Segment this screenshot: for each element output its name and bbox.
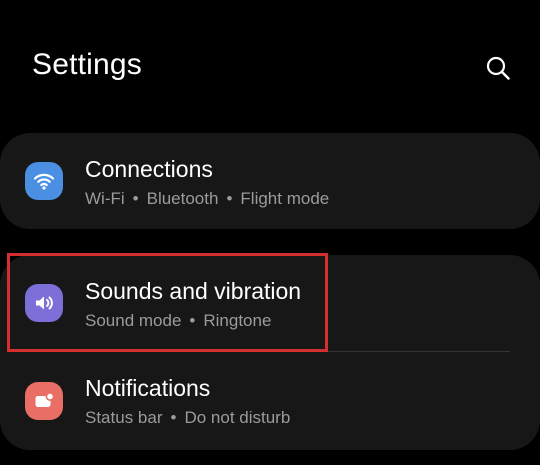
- notifications-title: Notifications: [85, 375, 211, 401]
- connections-card: Connections Wi-Fi • Bluetooth • Flight mode: [0, 133, 540, 229]
- notifications-subtitle: Status bar • Do not disturb: [85, 408, 290, 428]
- settings-item-notifications[interactable]: Notifications Status bar • Do not disturb: [0, 352, 540, 450]
- connections-subtitle: Wi-Fi • Bluetooth • Flight mode: [85, 189, 329, 209]
- sounds-title: Sounds and vibration: [85, 278, 302, 304]
- search-icon: [486, 56, 510, 80]
- notification-icon: [25, 382, 63, 420]
- settings-screen: Settings Connections Wi-Fi • Bluetooth • Fli…: [0, 0, 540, 465]
- sound-notifications-card: Sounds and vibration Sound mode • Ringtone…: [0, 255, 540, 450]
- wifi-icon: [25, 162, 63, 200]
- sub-flight-mode: Flight mode: [240, 189, 330, 208]
- sounds-subtitle: Sound mode • Ringtone: [85, 311, 271, 331]
- sub-bluetooth: Bluetooth: [146, 189, 219, 208]
- sub-do-not-disturb: Do not disturb: [184, 408, 291, 427]
- page-title: Settings: [32, 48, 142, 81]
- sub-sound-mode: Sound mode: [85, 311, 182, 330]
- separator-dot: •: [226, 189, 233, 208]
- connections-title: Connections: [85, 156, 213, 182]
- header: Settings: [0, 0, 540, 120]
- speaker-icon: [25, 284, 63, 322]
- separator-dot: •: [189, 311, 196, 330]
- sub-status-bar: Status bar: [85, 408, 163, 427]
- settings-item-connections[interactable]: Connections Wi-Fi • Bluetooth • Flight mode: [0, 133, 540, 229]
- sub-ringtone: Ringtone: [203, 311, 272, 330]
- search-button[interactable]: [478, 48, 518, 88]
- separator-dot: •: [132, 189, 139, 208]
- separator-dot: •: [170, 408, 177, 427]
- sub-wifi: Wi-Fi: [85, 189, 125, 208]
- settings-item-sounds-vibration[interactable]: Sounds and vibration Sound mode • Ringtone: [0, 255, 540, 352]
